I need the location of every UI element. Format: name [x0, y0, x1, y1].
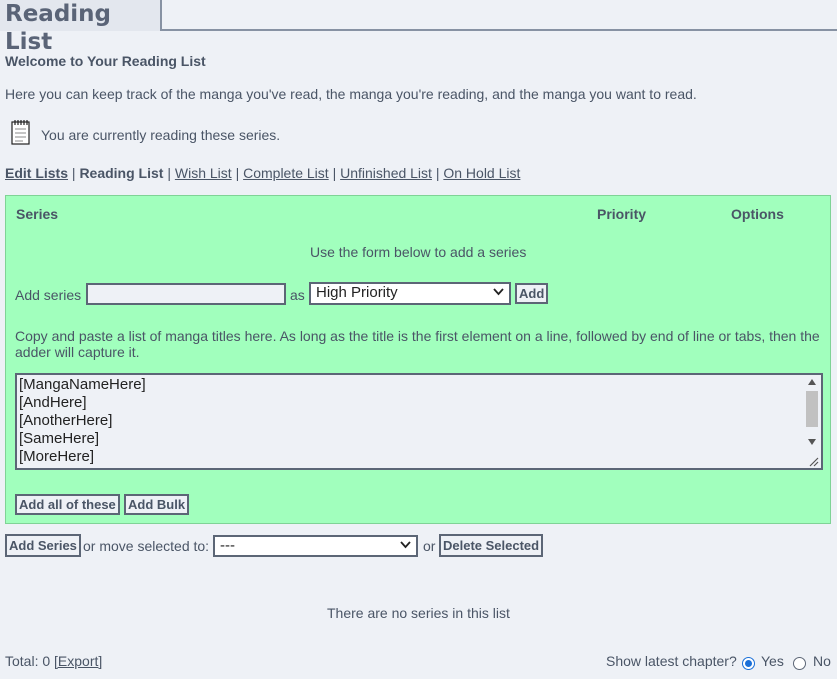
latest-no-radio[interactable]: [793, 657, 806, 670]
move-to-select-value: ---: [220, 537, 235, 554]
series-table-panel: Series Priority Options Use the form bel…: [5, 195, 831, 524]
empty-list-message: There are no series in this list: [327, 605, 510, 621]
latest-no-label: No: [813, 653, 831, 669]
column-series: Series: [16, 206, 59, 222]
add-bulk-button[interactable]: Add Bulk: [124, 494, 190, 515]
bulk-line: [MangaNameHere]: [19, 376, 146, 393]
list-nav: Edit Lists | Reading List | Wish List | …: [5, 165, 520, 181]
bulk-line: [AnotherHere]: [19, 412, 113, 429]
bulk-lines: [MangaNameHere] [AndHere] [AnotherHere] …: [19, 376, 146, 466]
nav-separator: |: [71, 165, 76, 181]
add-series-label: Add series: [15, 287, 82, 303]
nav-on-hold-list[interactable]: On Hold List: [443, 165, 520, 181]
resize-grip-icon[interactable]: [807, 455, 819, 467]
bulk-line: [MoreHere]: [19, 448, 95, 465]
priority-select[interactable]: High Priority: [309, 282, 511, 305]
move-to-select[interactable]: ---: [213, 535, 418, 557]
add-series-input[interactable]: [86, 283, 286, 305]
add-series-button[interactable]: Add Series: [5, 534, 81, 557]
scroll-up-icon[interactable]: [808, 379, 816, 385]
bulk-titles-textarea[interactable]: [MangaNameHere] [AndHere] [AnotherHere] …: [15, 373, 823, 470]
nav-wish-list[interactable]: Wish List: [175, 165, 232, 181]
add-button[interactable]: Add: [515, 283, 549, 304]
latest-chapter-label: Show latest chapter?: [606, 653, 737, 669]
nav-unfinished-list[interactable]: Unfinished List: [340, 165, 432, 181]
nav-edit-lists[interactable]: Edit Lists: [5, 165, 68, 181]
bulk-instructions: Copy and paste a list of manga titles he…: [15, 328, 820, 360]
nav-reading-list: Reading List: [79, 165, 164, 181]
form-hint: Use the form below to add a series: [310, 244, 527, 260]
notepad-icon: [11, 120, 30, 145]
as-label: as: [290, 287, 305, 303]
scrollbar-thumb[interactable]: [806, 391, 818, 427]
title-bar: Reading List: [0, 0, 837, 55]
nav-separator: |: [435, 165, 440, 181]
scroll-down-icon[interactable]: [808, 439, 816, 445]
bulk-line: [SameHere]: [19, 430, 100, 447]
column-priority: Priority: [597, 206, 647, 222]
delete-selected-button[interactable]: Delete Selected: [439, 534, 544, 557]
textarea-scrollbar[interactable]: [804, 375, 821, 468]
priority-select-value: High Priority: [316, 284, 398, 301]
welcome-heading: Welcome to Your Reading List: [5, 53, 206, 69]
page-title: Reading List: [0, 0, 162, 55]
bulk-line: [AndHere]: [19, 394, 87, 411]
current-reading-notice: You are currently reading these series.: [41, 127, 281, 143]
nav-separator: |: [235, 165, 240, 181]
nav-separator: |: [332, 165, 337, 181]
chevron-down-icon: [493, 288, 504, 296]
nav-complete-list[interactable]: Complete List: [243, 165, 329, 181]
add-all-button[interactable]: Add all of these: [15, 494, 120, 515]
chevron-down-icon: [400, 541, 411, 549]
nav-separator: |: [167, 165, 171, 181]
total-count: Total: 0 [Export]: [5, 653, 102, 669]
move-label: or move selected to:: [83, 538, 210, 554]
export-link[interactable]: [Export]: [54, 653, 102, 669]
latest-yes-radio[interactable]: [742, 657, 755, 670]
intro-text: Here you can keep track of the manga you…: [5, 86, 697, 102]
or-label: or: [423, 538, 436, 554]
latest-yes-label: Yes: [761, 653, 784, 669]
column-options: Options: [731, 206, 784, 222]
total-label: Total: 0: [5, 653, 51, 669]
